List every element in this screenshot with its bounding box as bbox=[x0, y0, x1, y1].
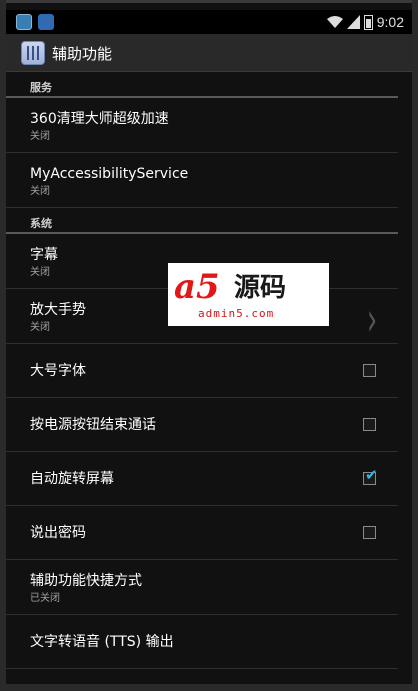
battery-icon bbox=[363, 14, 373, 30]
power-ends-call-checkbox[interactable] bbox=[363, 417, 376, 431]
watermark-name: 源码 bbox=[234, 273, 287, 303]
item-label: 360清理大师超级加速 bbox=[30, 111, 169, 127]
list-item-accessibility-shortcut[interactable]: 辅助功能快捷方式 已关闭 bbox=[6, 560, 398, 615]
chevron-right-icon: › bbox=[367, 292, 378, 346]
wifi-icon bbox=[326, 16, 343, 28]
item-label: 说出密码 bbox=[30, 524, 86, 541]
list-item-my-accessibility-service[interactable]: MyAccessibilityService 关闭 bbox=[6, 153, 398, 208]
settings-list: 服务 360清理大师超级加速 关闭 MyAccessibilityService… bbox=[6, 72, 412, 669]
item-label: 辅助功能快捷方式 bbox=[30, 573, 142, 589]
list-item-auto-rotate[interactable]: 自动旋转屏幕 ✔ bbox=[6, 452, 398, 506]
section-header-system: 系统 bbox=[6, 208, 398, 234]
list-item-speak-passwords[interactable]: 说出密码 bbox=[6, 506, 398, 560]
list-item-tts-output[interactable]: 文字转语音 (TTS) 输出 bbox=[6, 615, 398, 669]
check-mark-icon: ✔ bbox=[365, 465, 378, 484]
speak-passwords-checkbox[interactable] bbox=[363, 525, 376, 539]
page-title: 辅助功能 bbox=[52, 45, 113, 63]
watermark-logo-mark: a5 bbox=[174, 267, 220, 307]
item-label: MyAccessibilityService bbox=[30, 166, 189, 182]
signal-icon bbox=[346, 15, 360, 29]
top-edge bbox=[6, 0, 412, 3]
item-summary: 关闭 bbox=[30, 186, 50, 197]
item-label: 按电源按钮结束通话 bbox=[30, 416, 156, 433]
large-text-checkbox[interactable] bbox=[363, 363, 376, 377]
item-summary: 关闭 bbox=[30, 131, 50, 142]
status-bar: 9:02 bbox=[6, 10, 412, 34]
section-header-services: 服务 bbox=[6, 72, 398, 98]
item-summary: 已关闭 bbox=[30, 593, 60, 604]
accessibility-app-icon[interactable] bbox=[21, 41, 45, 65]
app-notification-icon-2 bbox=[38, 14, 54, 30]
auto-rotate-checkbox[interactable]: ✔ bbox=[363, 467, 378, 485]
item-label: 字幕 bbox=[30, 247, 58, 263]
watermark-logo: a5 源码 admin5.com bbox=[168, 263, 329, 326]
list-item-large-text[interactable]: 大号字体 bbox=[6, 344, 398, 398]
item-label: 自动旋转屏幕 bbox=[30, 470, 114, 487]
status-time: 9:02 bbox=[376, 14, 404, 30]
watermark-url: admin5.com bbox=[198, 307, 275, 320]
bottom-edge bbox=[0, 684, 418, 691]
item-label: 文字转语音 (TTS) 输出 bbox=[30, 633, 174, 650]
app-notification-icon bbox=[16, 14, 32, 30]
list-item-power-button-ends-call[interactable]: 按电源按钮结束通话 bbox=[6, 398, 398, 452]
list-item-360-cleaner[interactable]: 360清理大师超级加速 关闭 bbox=[6, 98, 398, 153]
action-bar: 辅助功能 bbox=[6, 34, 412, 72]
screen: 9:02 辅助功能 服务 360清理大师超级加速 关闭 MyAccessibil… bbox=[6, 0, 412, 684]
item-label: 大号字体 bbox=[30, 362, 86, 379]
